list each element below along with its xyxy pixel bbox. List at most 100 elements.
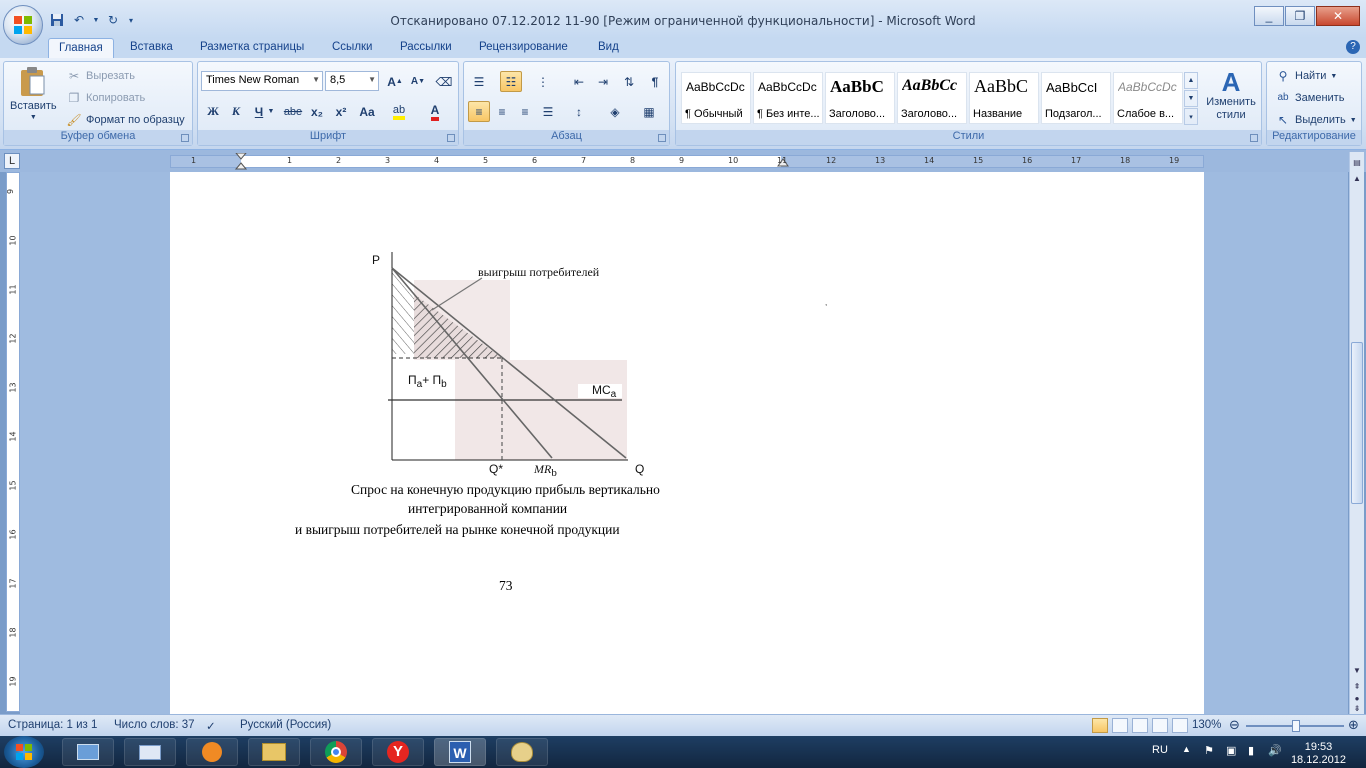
copy-button[interactable]: ❐ Копировать — [66, 90, 146, 106]
align-right-icon[interactable]: ≡ — [514, 101, 536, 122]
font-family-select[interactable]: Times New Roman ▼ — [201, 71, 323, 91]
subscript-button[interactable]: x₂ — [306, 101, 328, 122]
select-button[interactable]: ↖ Выделить ▼ — [1275, 112, 1357, 128]
sort-icon[interactable]: ⇅ — [618, 71, 640, 92]
styles-more-icon[interactable]: ▾ — [1184, 108, 1198, 125]
shading-icon[interactable]: ◈ — [604, 101, 626, 122]
taskbar-media-player-icon[interactable] — [186, 738, 238, 766]
network-icon[interactable]: ▮ — [1248, 744, 1254, 757]
scroll-down-icon[interactable]: ▼ — [1351, 664, 1363, 678]
change-case-button[interactable]: Aa — [356, 101, 378, 122]
web-layout-view-icon[interactable] — [1132, 718, 1148, 733]
close-button[interactable]: ✕ — [1316, 6, 1360, 26]
tab-insert[interactable]: Вставка — [120, 38, 183, 58]
taskbar-show-desktop-icon[interactable] — [62, 738, 114, 766]
taskbar-yandex-icon[interactable]: Y — [372, 738, 424, 766]
tab-view[interactable]: Вид — [588, 38, 629, 58]
full-screen-reading-view-icon[interactable] — [1112, 718, 1128, 733]
draft-view-icon[interactable] — [1172, 718, 1188, 733]
styles-launcher-icon[interactable] — [1250, 134, 1258, 142]
bold-button[interactable]: Ж — [202, 101, 224, 122]
tab-review[interactable]: Рецензирование — [469, 38, 578, 58]
grow-font-button[interactable]: A ▲ — [384, 71, 406, 92]
paste-button[interactable]: Вставить ▼ — [10, 66, 57, 121]
line-spacing-icon[interactable]: ↕ — [568, 101, 590, 122]
style-heading-2[interactable]: AaBbCc Заголово... — [897, 72, 967, 124]
align-left-icon[interactable]: ≡ — [468, 101, 490, 122]
increase-indent-icon[interactable]: ⇥ — [592, 71, 614, 92]
action-center-icon[interactable]: ⚑ — [1204, 744, 1214, 757]
style-subtitle[interactable]: AaBbCcI Подзагол... — [1041, 72, 1111, 124]
styles-scroll-up-icon[interactable]: ▲ — [1184, 72, 1198, 89]
superscript-button[interactable]: x² — [330, 101, 352, 122]
borders-icon[interactable]: ▦ — [638, 101, 660, 122]
taskbar-explorer-icon[interactable] — [248, 738, 300, 766]
decrease-indent-icon[interactable]: ⇤ — [568, 71, 590, 92]
zoom-slider-thumb[interactable] — [1292, 720, 1300, 732]
taskbar-word-icon[interactable]: W — [434, 738, 486, 766]
indent-marker-icon[interactable] — [235, 153, 247, 171]
clipboard-launcher-icon[interactable] — [181, 134, 189, 142]
multilevel-list-icon[interactable]: ⋮ — [532, 71, 554, 92]
vertical-scrollbar[interactable]: ▤ ▲ ▼ ⇞ ● ⇟ — [1349, 152, 1364, 714]
strikethrough-button[interactable]: abe — [282, 101, 304, 122]
maximize-button[interactable]: ❐ — [1285, 6, 1315, 26]
document-page[interactable]: P выигрыш потребителей Пa+ Пb MCa Q* MRb… — [170, 172, 1204, 714]
clear-formatting-icon[interactable]: ⌫ — [433, 71, 455, 92]
office-button[interactable] — [3, 5, 43, 45]
underline-dropdown-icon[interactable]: ▼ — [266, 101, 276, 122]
font-size-select[interactable]: 8,5 ▼ — [325, 71, 379, 91]
bullets-icon[interactable]: ☰ — [468, 71, 490, 92]
style-no-spacing[interactable]: AaBbCcDc ¶ Без инте... — [753, 72, 823, 124]
tab-page-layout[interactable]: Разметка страницы — [190, 38, 314, 58]
shrink-font-button[interactable]: A ▼ — [407, 71, 429, 92]
style-subtle-emphasis[interactable]: AaBbCcDc Слабое в... — [1113, 72, 1183, 124]
change-styles-button[interactable]: A Изменить стили — [1204, 68, 1258, 122]
find-button[interactable]: ⚲ Найти ▼ — [1275, 68, 1338, 84]
style-normal[interactable]: AaBbCcDc ¶ Обычный — [681, 72, 751, 124]
start-button[interactable] — [4, 736, 44, 768]
style-heading-1[interactable]: AaBbC Заголово... — [825, 72, 895, 124]
tab-selector-icon[interactable]: L — [4, 153, 20, 169]
tray-device-icon[interactable]: ▣ — [1226, 744, 1236, 757]
tab-home[interactable]: Главная — [48, 38, 114, 58]
language-status[interactable]: Русский (Россия) — [240, 719, 331, 731]
zoom-in-icon[interactable]: ⊕ — [1348, 717, 1359, 733]
volume-icon[interactable]: 🔊 — [1268, 744, 1282, 757]
justify-icon[interactable]: ☰ — [537, 101, 559, 122]
zoom-out-icon[interactable]: ⊖ — [1229, 717, 1240, 733]
paragraph-launcher-icon[interactable] — [658, 134, 666, 142]
horizontal-ruler[interactable]: 1 1 2 3 4 5 6 7 8 9 10 11 12 13 14 15 16 17 18 19 — [170, 153, 1204, 171]
cut-button[interactable]: ✂ Вырезать — [66, 68, 135, 84]
zoom-level[interactable]: 130% — [1192, 719, 1221, 731]
outline-view-icon[interactable] — [1152, 718, 1168, 733]
font-launcher-icon[interactable] — [447, 134, 455, 142]
highlight-icon[interactable]: ab — [388, 101, 410, 122]
align-center-icon[interactable]: ≡ — [491, 101, 513, 122]
tab-mailings[interactable]: Рассылки — [390, 38, 462, 58]
numbering-icon[interactable]: ☷ — [500, 71, 522, 92]
taskbar-paint-icon[interactable] — [496, 738, 548, 766]
format-painter-button[interactable]: 🖌 Формат по образцу — [66, 112, 184, 128]
scrollbar-thumb[interactable] — [1351, 342, 1363, 504]
style-title[interactable]: AaBbC Название — [969, 72, 1039, 124]
taskbar-chrome-icon[interactable] — [310, 738, 362, 766]
styles-scroll-down-icon[interactable]: ▼ — [1184, 90, 1198, 107]
clock[interactable]: 19:53 18.12.2012 — [1291, 741, 1346, 767]
tray-expand-icon[interactable]: ▲ — [1182, 744, 1191, 754]
help-icon[interactable]: ? — [1346, 40, 1360, 54]
language-indicator[interactable]: RU — [1152, 744, 1168, 756]
proofing-icon[interactable]: ✓ — [206, 719, 216, 733]
minimize-button[interactable]: _ — [1254, 6, 1284, 26]
ruler-toggle-icon[interactable]: ▤ — [1351, 156, 1363, 170]
scroll-up-icon[interactable]: ▲ — [1351, 172, 1363, 186]
taskbar-mail-icon[interactable] — [124, 738, 176, 766]
print-layout-view-icon[interactable] — [1092, 718, 1108, 733]
tab-references[interactable]: Ссылки — [322, 38, 383, 58]
zoom-slider[interactable] — [1246, 720, 1344, 732]
word-count-status[interactable]: Число слов: 37 — [114, 719, 195, 731]
italic-button[interactable]: К — [225, 101, 247, 122]
vertical-ruler[interactable]: 9 10 11 12 13 14 15 16 17 18 19 — [6, 172, 20, 712]
page-count-status[interactable]: Страница: 1 из 1 — [8, 719, 97, 731]
replace-button[interactable]: ab Заменить — [1275, 90, 1344, 106]
